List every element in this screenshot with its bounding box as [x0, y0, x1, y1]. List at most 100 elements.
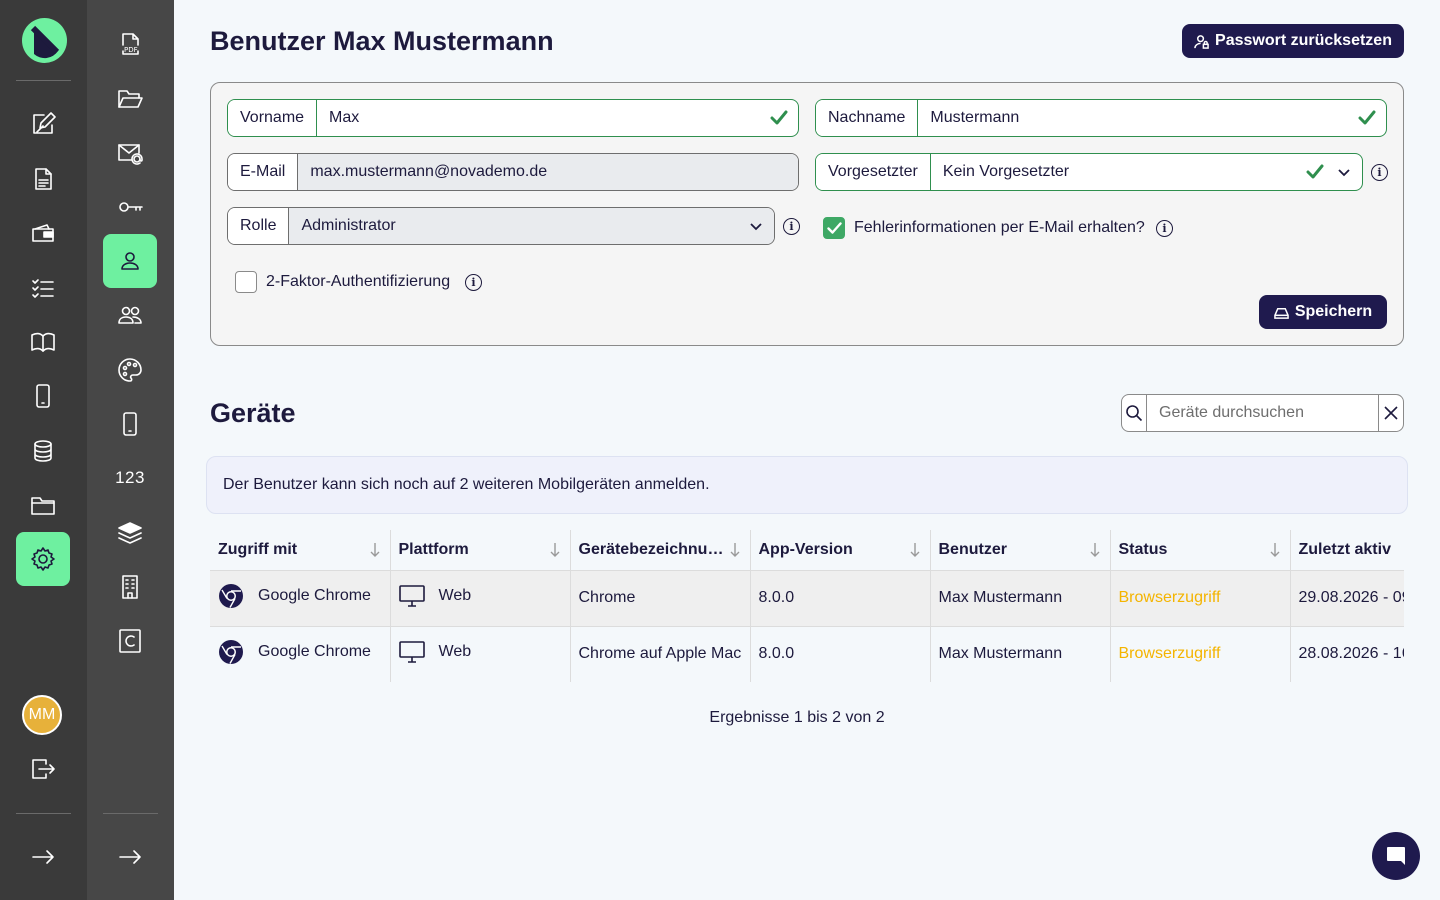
- vorgesetzter-info-icon[interactable]: i: [1371, 164, 1388, 181]
- nav-phone[interactable]: [103, 397, 157, 451]
- nav-groups[interactable]: [103, 288, 157, 342]
- cell-access: Google Chrome: [210, 625, 391, 682]
- c-box-icon: [119, 629, 141, 653]
- mail-icon: [118, 144, 143, 165]
- col-header-access[interactable]: Zugriff mit: [210, 530, 391, 570]
- folder-icon: [31, 497, 55, 515]
- save-icon: [1274, 307, 1289, 319]
- nav-layers[interactable]: [103, 506, 157, 560]
- pdf-icon: PDF: [122, 33, 139, 55]
- chrome-icon: [219, 583, 243, 608]
- error-mail-checkbox[interactable]: [823, 217, 845, 239]
- nav-tasks[interactable]: [16, 261, 70, 315]
- cell-access: Google Chrome: [210, 569, 391, 626]
- vorgesetzter-select[interactable]: Vorgesetzter Kein Vorgesetzter: [815, 153, 1363, 191]
- reset-password-button[interactable]: Passwort zurücksetzen: [1182, 24, 1404, 58]
- rolle-info-icon[interactable]: i: [783, 218, 800, 235]
- checklist-icon: [32, 279, 54, 298]
- cell-status: Browserzugriff: [1110, 569, 1291, 626]
- document-icon: [35, 168, 52, 190]
- col-header-device[interactable]: Gerätebezeichnung: [570, 530, 751, 570]
- error-mail-info-icon[interactable]: i: [1156, 220, 1173, 237]
- edit-icon: [33, 112, 56, 134]
- save-button[interactable]: Speichern: [1259, 295, 1387, 329]
- nav-c-module[interactable]: [103, 614, 157, 668]
- col-header-platform[interactable]: Plattform: [390, 530, 571, 570]
- table-row[interactable]: Google Chrome Web Chrome auf Apple Mac 8…: [210, 625, 1404, 682]
- expand-subnav-button[interactable]: [103, 830, 157, 884]
- nav-handbook[interactable]: [16, 315, 70, 369]
- check-icon: [770, 110, 788, 125]
- nachname-value: Mustermann: [930, 109, 1020, 126]
- error-mail-label: Fehlerinformationen per E-Mail erhalten?: [854, 219, 1145, 236]
- rolle-input[interactable]: Administrator: [289, 208, 774, 244]
- clear-search-button[interactable]: [1378, 395, 1403, 431]
- svg-text:PDF: PDF: [124, 46, 138, 54]
- cell-status: Browserzugriff: [1110, 625, 1291, 682]
- expand-sidebar-button[interactable]: [16, 830, 70, 884]
- divider: [103, 813, 158, 814]
- check-icon: [827, 222, 842, 234]
- primary-sidebar: MM: [0, 0, 87, 900]
- vorname-input[interactable]: Max: [317, 100, 798, 136]
- nav-numbers[interactable]: 123: [103, 451, 157, 505]
- sort-arrow-icon: [910, 543, 919, 557]
- rolle-select[interactable]: Rolle Administrator: [227, 207, 775, 245]
- cell-last-active: 29.08.2026 - 09:14: [1290, 569, 1404, 626]
- nav-mobile[interactable]: [16, 369, 70, 423]
- sort-arrow-icon: [550, 543, 559, 557]
- nav-documents[interactable]: [16, 152, 70, 206]
- logout-icon: [32, 759, 55, 779]
- nav-user[interactable]: [103, 234, 157, 288]
- book-icon: [31, 332, 55, 352]
- col-header-status[interactable]: Status: [1110, 530, 1291, 570]
- col-header-version[interactable]: App-Version: [750, 530, 931, 570]
- cell-user: Max Mustermann: [930, 625, 1111, 682]
- two-factor-checkbox[interactable]: [235, 271, 257, 293]
- logout-button[interactable]: [16, 742, 70, 796]
- nav-settings[interactable]: [16, 532, 70, 586]
- nav-folder-open[interactable]: [103, 72, 157, 126]
- email-field[interactable]: E-Mail max.mustermann@novademo.de: [227, 153, 799, 191]
- save-label: Speichern: [1294, 303, 1373, 320]
- wallet-icon: [32, 224, 54, 242]
- nav-pdf[interactable]: PDF: [103, 17, 157, 71]
- pagination-summary: Ergebnisse 1 bis 2 von 2: [709, 709, 885, 726]
- rolle-label: Rolle: [228, 208, 290, 244]
- cell-platform: Web: [390, 625, 571, 682]
- key-icon: [119, 202, 143, 212]
- vorgesetzter-input[interactable]: Kein Vorgesetzter: [931, 154, 1362, 190]
- nachname-field[interactable]: Nachname Mustermann: [815, 99, 1387, 137]
- cell-device: Chrome auf Apple Mac: [570, 625, 751, 682]
- search-icon: [1122, 395, 1147, 431]
- table-row[interactable]: Google Chrome Web Chrome 8.0.0 Max Muste…: [210, 569, 1404, 626]
- layers-icon: [118, 522, 142, 544]
- two-factor-info-icon[interactable]: i: [465, 274, 482, 291]
- device-search-input[interactable]: [1147, 395, 1378, 431]
- arrow-right-icon: [32, 850, 54, 864]
- nav-files[interactable]: [16, 478, 70, 532]
- chat-bubble-icon: [1387, 847, 1405, 865]
- col-header-user[interactable]: Benutzer: [930, 530, 1111, 570]
- app-logo[interactable]: [22, 18, 67, 63]
- email-input[interactable]: max.mustermann@novademo.de: [298, 154, 798, 190]
- nav-wallet[interactable]: [16, 207, 70, 261]
- nav-building[interactable]: [103, 560, 157, 614]
- sort-arrow-icon: [1270, 543, 1279, 557]
- mobile-icon: [36, 384, 50, 408]
- platform-text: Web: [438, 642, 472, 660]
- nav-keys[interactable]: [103, 180, 157, 234]
- vorname-value: Max: [329, 109, 360, 126]
- nav-design[interactable]: [103, 343, 157, 397]
- col-header-last-active[interactable]: Zuletzt aktiv: [1290, 530, 1404, 570]
- vorname-field[interactable]: Vorname Max: [227, 99, 799, 137]
- user-form: Vorname Max Nachname Mustermann E-Mail m…: [210, 82, 1404, 346]
- user-avatar[interactable]: MM: [22, 695, 62, 735]
- nav-mail[interactable]: [103, 126, 157, 180]
- nav-edit[interactable]: [16, 97, 70, 151]
- nav-database[interactable]: [16, 424, 70, 478]
- chevron-down-icon: [1338, 169, 1350, 177]
- nachname-input[interactable]: Mustermann: [918, 100, 1386, 136]
- sort-arrow-icon: [370, 543, 379, 557]
- chat-button[interactable]: [1372, 832, 1420, 880]
